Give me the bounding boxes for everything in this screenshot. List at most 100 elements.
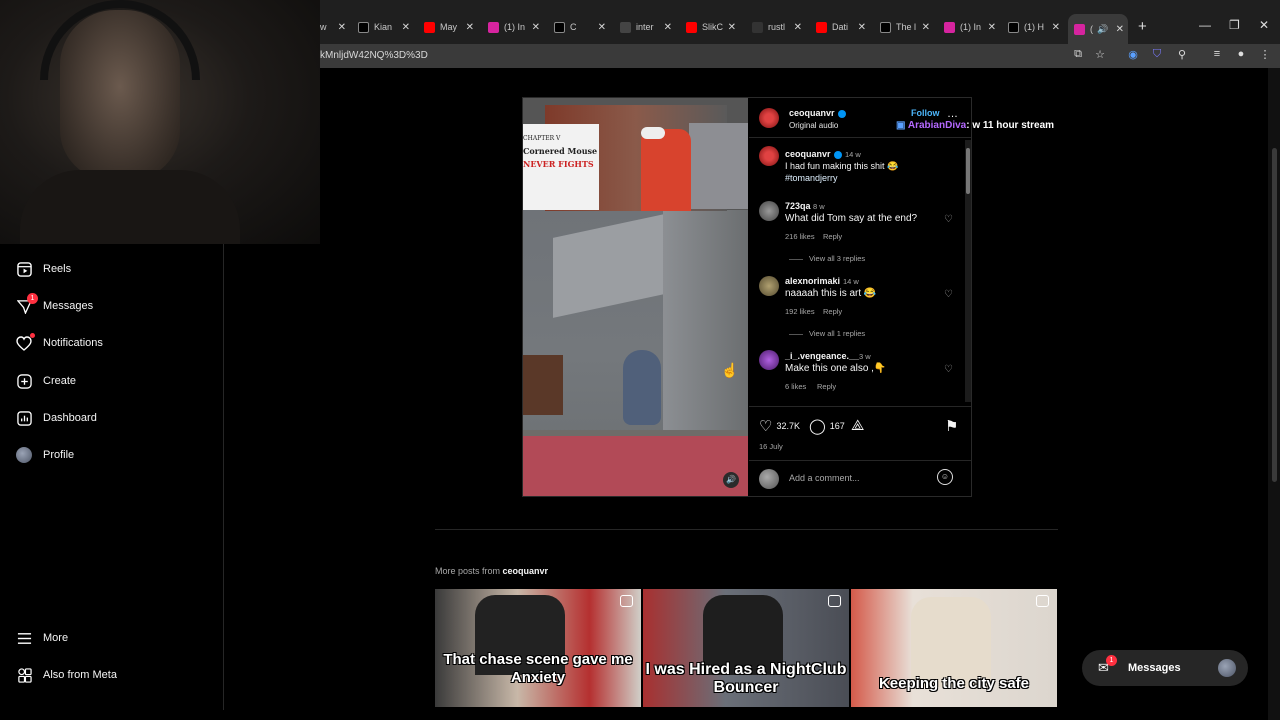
sidebar-item-messages[interactable]: 1 Messages (16, 293, 93, 317)
reel-video[interactable]: CHAPTER V Cornered Mouse NEVER FIGHTS 🔊 (523, 98, 748, 496)
video-person (641, 129, 691, 211)
comment-like-icon[interactable]: ♡ (944, 289, 953, 300)
author-avatar[interactable] (759, 108, 779, 128)
comment-avatar[interactable] (759, 350, 779, 370)
comment-username[interactable]: 723qa (785, 201, 811, 211)
page-scrollbar[interactable] (1268, 68, 1280, 720)
new-tab-button[interactable]: + (1138, 18, 1147, 35)
hashtag-link[interactable]: #tomandjerry (785, 173, 838, 183)
follow-button[interactable]: Follow (911, 108, 940, 118)
browser-tab[interactable]: rustl ✕ (752, 17, 802, 37)
browser-tab[interactable]: w ✕ (320, 17, 346, 37)
caption-avatar[interactable] (759, 146, 779, 166)
sidebar-item-dashboard[interactable]: Dashboard (16, 407, 97, 429)
browser-tab[interactable]: Dati ✕ (816, 17, 866, 37)
close-icon[interactable]: ✕ (988, 22, 996, 33)
more-options-icon[interactable]: … (947, 108, 958, 120)
close-icon[interactable]: ✕ (1116, 24, 1124, 35)
view-replies-link[interactable]: View all 1 replies (789, 329, 865, 338)
like-button[interactable]: ♡ 32.7K (759, 417, 800, 435)
extensions-icon[interactable]: ⚲ (1175, 48, 1189, 61)
close-icon[interactable]: ✕ (1052, 22, 1060, 33)
close-icon[interactable]: ✕ (532, 22, 540, 33)
reply-link[interactable]: Reply (817, 382, 836, 391)
browser-tab[interactable]: (1) In ✕ (488, 17, 540, 37)
close-icon[interactable]: ✕ (922, 22, 930, 33)
close-icon[interactable]: ✕ (338, 22, 346, 33)
browser-tab[interactable]: May ✕ (424, 17, 474, 37)
author-username[interactable]: ceoquanvr (789, 108, 846, 118)
more-posts-user[interactable]: ceoquanvr (503, 566, 549, 576)
tab-label: (1) In (504, 22, 526, 32)
browser-tab[interactable]: (1) H ✕ (1008, 17, 1060, 37)
caption-username[interactable]: ceoquanvr (785, 149, 842, 159)
post-thumbnail[interactable]: I was Hired as a NightClub Bouncer (643, 589, 849, 707)
browser-tab-active[interactable]: (🔊 ✕ (1068, 14, 1128, 44)
sidebar-item-notifications[interactable]: Notifications (16, 332, 103, 354)
sidebar-item-create[interactable]: Create (16, 370, 76, 392)
profile-icon[interactable]: ● (1234, 48, 1248, 60)
url-text[interactable]: kMnljdW42NQ%3D%3D (320, 50, 428, 61)
tab-label: May (440, 22, 458, 32)
emoji-icon[interactable]: ☺ (937, 469, 953, 485)
browser-tab[interactable]: The l ✕ (880, 17, 930, 37)
comments-scroll-thumb[interactable] (966, 148, 970, 194)
close-icon[interactable]: ✕ (664, 22, 672, 33)
view-replies-link[interactable]: View all 3 replies (789, 254, 865, 263)
comment-likes[interactable]: 192 likes (785, 307, 815, 316)
page-scroll-thumb[interactable] (1272, 148, 1277, 482)
browser-tab[interactable]: inter ✕ (620, 17, 672, 37)
close-icon[interactable]: ✕ (598, 22, 606, 33)
sidebar-item-reels[interactable]: Reels (16, 258, 71, 280)
restore-icon[interactable]: ❐ (1229, 18, 1240, 32)
comment-text: What did Tom say at the end? (785, 213, 918, 224)
plus-icon (16, 373, 32, 389)
speaker-icon[interactable]: 🔊 (1097, 24, 1108, 35)
browser-tab[interactable]: C ✕ (554, 17, 606, 37)
browser-tab[interactable]: (1) In ✕ (944, 17, 996, 37)
mute-button[interactable]: 🔊 (723, 472, 739, 488)
comment-avatar[interactable] (759, 201, 779, 221)
comment-like-icon[interactable]: ♡ (944, 214, 953, 225)
comment-avatar[interactable] (759, 276, 779, 296)
save-button[interactable]: ⚑ (945, 417, 962, 435)
extension-audio-icon[interactable]: ◉ (1126, 48, 1140, 61)
messages-floating-button[interactable]: ✉ 1 Messages (1082, 650, 1248, 686)
close-icon[interactable]: ✕ (466, 22, 474, 33)
close-window-icon[interactable]: ✕ (1259, 18, 1269, 32)
audio-label[interactable]: Original audio (789, 121, 838, 130)
comment-like-icon[interactable]: ♡ (944, 364, 953, 375)
comment-likes[interactable]: 6 likes (785, 382, 806, 391)
menu-dots-icon[interactable]: ⋮ (1258, 48, 1272, 61)
author-name[interactable]: ceoquanvr (789, 108, 835, 118)
minimize-icon[interactable]: — (1199, 18, 1211, 32)
post-actions: ♡ 32.7K ◯ 167 ⟁ ⚑ 16 July (749, 406, 971, 458)
browser-tab[interactable]: SlikC ✕ (686, 17, 736, 37)
profile-icon-wrap (16, 447, 32, 463)
comment-likes[interactable]: 216 likes (785, 232, 815, 241)
sidebar-item-profile[interactable]: Profile (16, 444, 74, 466)
share-button[interactable]: ⟁ (851, 417, 868, 434)
comments-scrollbar[interactable] (965, 140, 971, 402)
post-thumbnail[interactable]: Keeping the city safe (851, 589, 1057, 707)
browser-tab[interactable]: Kian ✕ (358, 17, 410, 37)
post-modal: CHAPTER V Cornered Mouse NEVER FIGHTS 🔊 … (522, 97, 972, 497)
close-icon[interactable]: ✕ (858, 22, 866, 33)
sidebar-item-also-from-meta[interactable]: Also from Meta (16, 664, 117, 686)
comment-username[interactable]: _i_.vengeance.__ (785, 351, 859, 361)
comment-button[interactable]: ◯ 167 (809, 417, 845, 435)
media-control-icon[interactable]: ≡ (1210, 48, 1224, 60)
comment-username[interactable]: alexnorimaki (785, 276, 840, 286)
post-thumbnail[interactable]: That chase scene gave me Anxiety (435, 589, 641, 707)
caption-user[interactable]: ceoquanvr (785, 149, 831, 159)
reply-link[interactable]: Reply (823, 232, 842, 241)
close-icon[interactable]: ✕ (728, 22, 736, 33)
close-icon[interactable]: ✕ (402, 22, 410, 33)
add-comment-input[interactable]: Add a comment... (789, 473, 860, 483)
install-app-icon[interactable]: ⧉ (1071, 48, 1085, 61)
shield-icon[interactable]: ⛉ (1150, 48, 1164, 61)
star-icon[interactable]: ☆ (1093, 48, 1107, 61)
close-icon[interactable]: ✕ (794, 22, 802, 33)
sidebar-item-more[interactable]: More (16, 627, 68, 649)
reply-link[interactable]: Reply (823, 307, 842, 316)
